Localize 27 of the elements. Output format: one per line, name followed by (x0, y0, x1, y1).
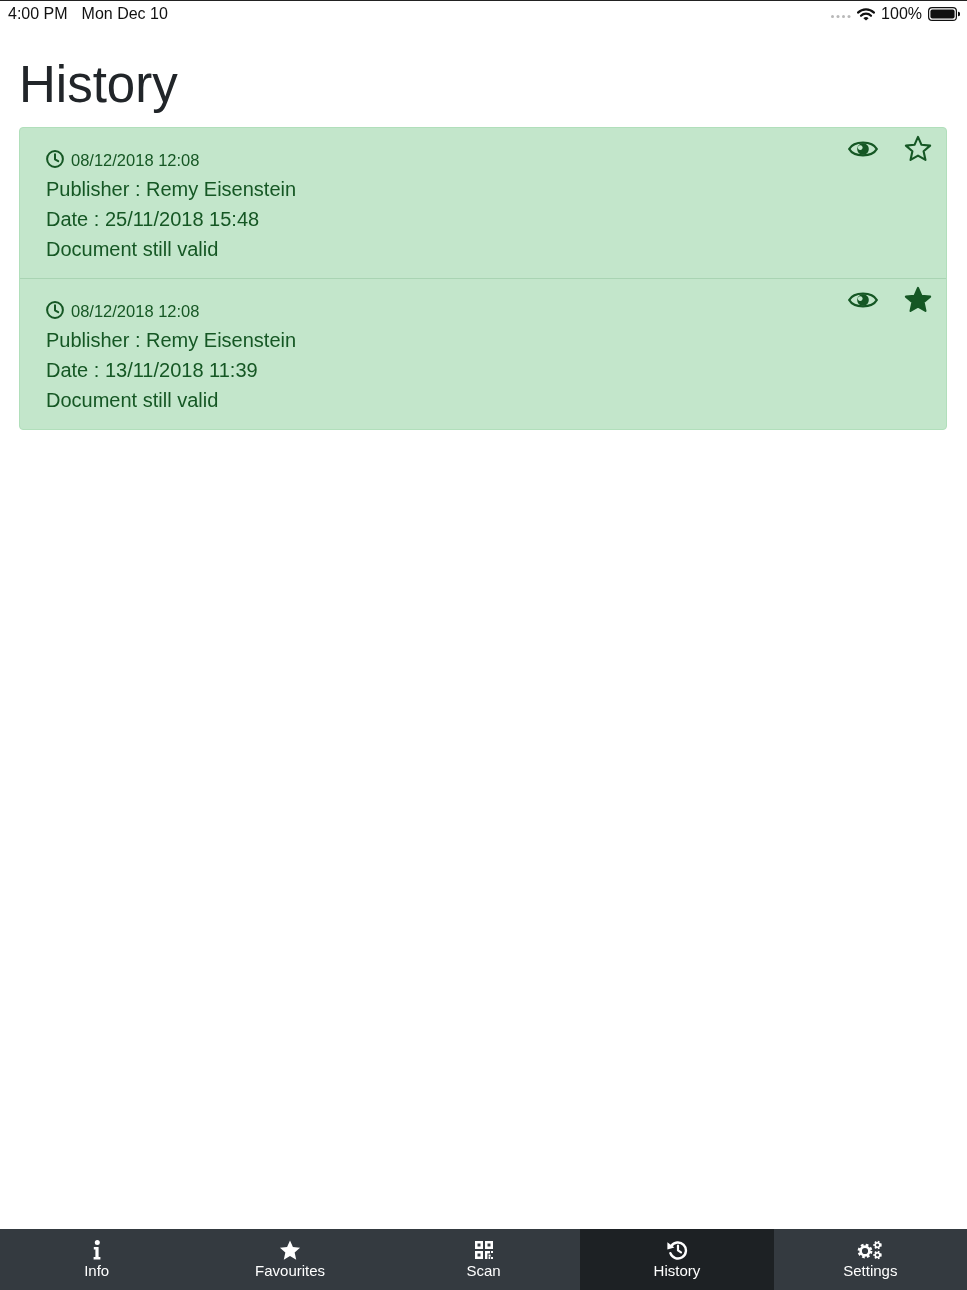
history-icon (665, 1240, 688, 1260)
validity-status-text: Document still valid (46, 388, 220, 413)
history-timestamp: 08/12/2018 12:08 (71, 149, 200, 170)
publisher-text: Publisher : Remy Eisenstein (46, 177, 297, 202)
wifi-icon (857, 7, 876, 21)
gears-icon (856, 1240, 885, 1260)
status-time: 4:00 PM (8, 4, 68, 24)
battery-percent: 100% (881, 4, 922, 24)
document-date-text: Date : 25/11/2018 15:48 (46, 207, 261, 232)
battery-icon (928, 7, 960, 21)
validity-status-text: Document still valid (46, 237, 220, 262)
clock-icon (46, 301, 64, 319)
info-icon (92, 1240, 101, 1260)
history-timestamp: 08/12/2018 12:08 (71, 300, 200, 321)
qr-code-icon (474, 1241, 493, 1259)
publisher-text: Publisher : Remy Eisenstein (46, 328, 297, 353)
star-outline-icon[interactable] (904, 135, 932, 163)
clock-icon (46, 150, 64, 168)
document-date-text: Date : 13/11/2018 11:39 (46, 358, 259, 383)
star-icon (279, 1239, 302, 1261)
eye-icon[interactable] (848, 290, 878, 310)
tab-button[interactable]: History (580, 1229, 774, 1290)
cellular-signal-icon (831, 15, 852, 18)
page-title: History (19, 55, 179, 115)
eye-icon[interactable] (848, 139, 878, 159)
status-date: Mon Dec 10 (81, 4, 168, 24)
filled-star-icon[interactable] (904, 286, 932, 314)
